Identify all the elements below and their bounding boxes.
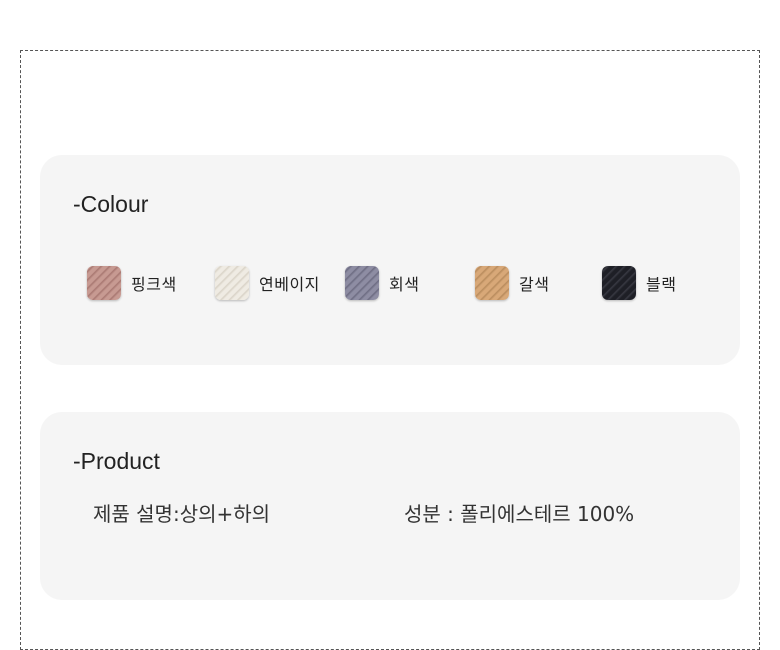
- product-material: 성분 : 폴리에스테르 100%: [404, 502, 635, 526]
- swatch-item-light-beige: 연베이지: [215, 265, 320, 301]
- swatch-item-black: 블랙: [602, 265, 676, 301]
- color-swatch-gray: [345, 266, 379, 300]
- colour-title: -Colour: [73, 191, 149, 217]
- swatch-label: 핑크색: [131, 275, 177, 294]
- swatch-item-pink: 핑크색: [87, 265, 177, 301]
- color-swatch-light-beige: [215, 266, 249, 300]
- swatch-item-gray: 회색: [345, 265, 419, 301]
- product-description: 제품 설명:상의+하의: [93, 502, 271, 526]
- swatch-label: 블랙: [646, 275, 677, 294]
- color-swatch-black: [602, 266, 636, 300]
- color-swatch-brown: [475, 266, 509, 300]
- colour-card: -Colour 핑크색 연베이지 회색 갈색 블랙: [40, 155, 740, 365]
- product-card: -Product 제품 설명:상의+하의 성분 : 폴리에스테르 100%: [40, 412, 740, 600]
- swatch-label: 연베이지: [259, 275, 320, 294]
- swatch-label: 갈색: [519, 275, 550, 294]
- swatch-label: 회색: [389, 275, 420, 294]
- swatch-item-brown: 갈색: [475, 265, 549, 301]
- color-swatch-pink: [87, 266, 121, 300]
- product-title: -Product: [73, 448, 160, 474]
